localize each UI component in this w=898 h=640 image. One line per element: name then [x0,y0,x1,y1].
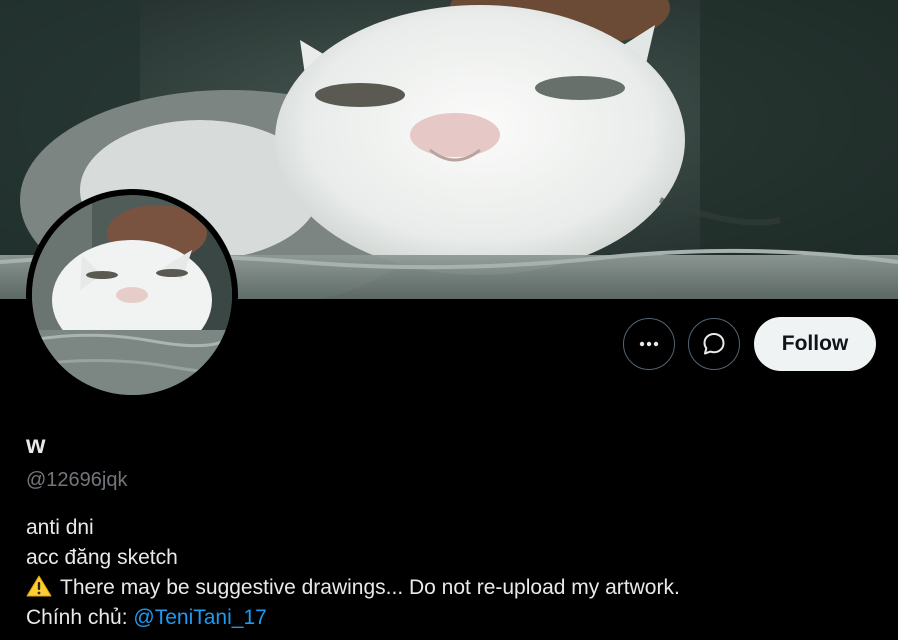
bio-line-4: Chính chủ: @TeniTani_17 [26,603,680,633]
profile-display-name: w [26,431,46,459]
bio-warning-text: There may be suggestive drawings... Do n… [60,576,680,599]
bio-line-3: There may be suggestive drawings... Do n… [26,573,680,603]
more-horizontal-icon [639,341,659,347]
profile-page: Follow w @12696jqk anti dni acc đăng ske… [0,0,898,640]
bio-line-1: anti dni [26,516,94,539]
bio-mention-link[interactable]: @TeniTani_17 [133,606,266,629]
avatar-cat-illustration [32,195,232,395]
bio-owner-prefix: Chính chủ: [26,606,134,629]
bio-line-2: acc đăng sketch [26,546,178,569]
more-options-button[interactable] [623,318,675,370]
profile-bio: anti dni acc đăng sketch There may be su… [26,513,680,633]
profile-handle: @12696jqk [26,469,128,491]
avatar-image [32,195,232,395]
message-button[interactable] [688,318,740,370]
warning-icon [26,575,52,597]
message-bubble-icon [703,333,725,355]
follow-button[interactable]: Follow [754,317,876,371]
profile-avatar[interactable] [26,189,238,401]
